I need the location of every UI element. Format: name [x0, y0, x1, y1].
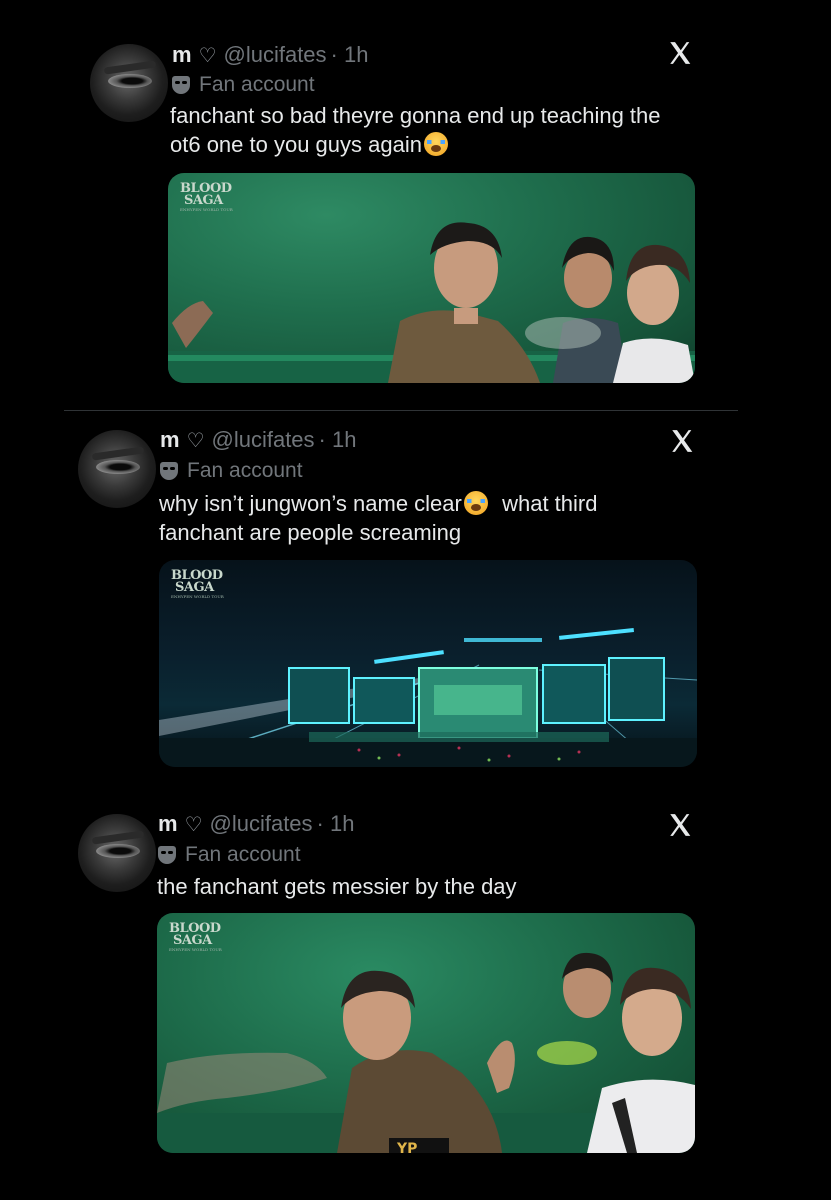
label-text: Fan account — [199, 73, 315, 96]
timestamp[interactable]: · 1h — [319, 427, 357, 453]
tweet-text-line: the fanchant gets messier by the day — [157, 874, 517, 899]
username[interactable]: @lucifates — [212, 427, 315, 453]
crying-emoji-icon — [463, 491, 488, 515]
heart-icon: ♡ — [198, 45, 217, 67]
tweet-text: the fanchant gets messier by the day — [157, 872, 717, 901]
fan-account-label: Fan account — [158, 843, 301, 867]
tweet-text-line: ot6 one to you guys again — [170, 132, 422, 157]
tweet-header: m ♡ @lucifates · 1h — [160, 427, 356, 453]
tweet-divider — [64, 410, 738, 411]
heart-icon: ♡ — [184, 814, 203, 836]
x-logo-icon[interactable] — [667, 40, 693, 66]
mask-icon — [172, 76, 190, 94]
username[interactable]: @lucifates — [210, 811, 313, 837]
video-thumbnail[interactable]: BLOOD SAGA ENHYPEN WORLD TOUR YP — [157, 913, 695, 1153]
video-scene: YP — [157, 952, 695, 1153]
tweet-text-line: why isn’t jungwon’s name clear — [159, 491, 462, 516]
x-logo-icon[interactable] — [669, 428, 695, 454]
tweet-text-line: what third — [502, 491, 598, 516]
tweet-text-line: fanchant so bad theyre gonna end up teac… — [170, 103, 661, 128]
avatar-eyebrow — [91, 446, 145, 461]
username[interactable]: @lucifates — [224, 42, 327, 68]
video-scene — [159, 628, 697, 767]
svg-text:YP: YP — [396, 1141, 417, 1153]
label-text: Fan account — [187, 459, 303, 482]
display-name[interactable]: m — [160, 427, 180, 453]
tweet-text: fanchant so bad theyre gonna end up teac… — [170, 101, 730, 159]
tweet-header: m ♡ @lucifates · 1h — [172, 42, 368, 68]
mask-icon — [160, 462, 178, 480]
tweet-text-line: fanchant are people screaming — [159, 520, 462, 545]
fan-account-label: Fan account — [160, 459, 303, 483]
avatar[interactable] — [90, 44, 168, 122]
fan-account-label: Fan account — [172, 73, 315, 97]
avatar[interactable] — [78, 430, 156, 508]
mask-icon — [158, 846, 176, 864]
display-name[interactable]: m — [158, 811, 178, 837]
avatar-eyebrow — [91, 830, 145, 845]
avatar-eye — [108, 74, 152, 88]
timestamp[interactable]: · 1h — [317, 811, 355, 837]
heart-icon: ♡ — [186, 430, 205, 452]
timestamp[interactable]: · 1h — [331, 42, 369, 68]
avatar-eyebrow — [103, 60, 157, 75]
video-scene — [168, 222, 695, 383]
display-name[interactable]: m — [172, 42, 192, 68]
avatar-eye — [96, 460, 140, 474]
label-text: Fan account — [185, 843, 301, 866]
avatar-eye — [96, 844, 140, 858]
crying-emoji-icon — [423, 132, 448, 156]
video-thumbnail[interactable]: BLOOD SAGA ENHYPEN WORLD TOUR — [159, 560, 697, 767]
avatar[interactable] — [78, 814, 156, 892]
x-logo-icon[interactable] — [667, 812, 693, 838]
video-thumbnail[interactable]: BLOOD SAGA ENHYPEN WORLD TOUR — [168, 173, 695, 383]
tweet-header: m ♡ @lucifates · 1h — [158, 811, 354, 837]
tweet-text: why isn’t jungwon’s name clear what thir… — [159, 489, 719, 547]
